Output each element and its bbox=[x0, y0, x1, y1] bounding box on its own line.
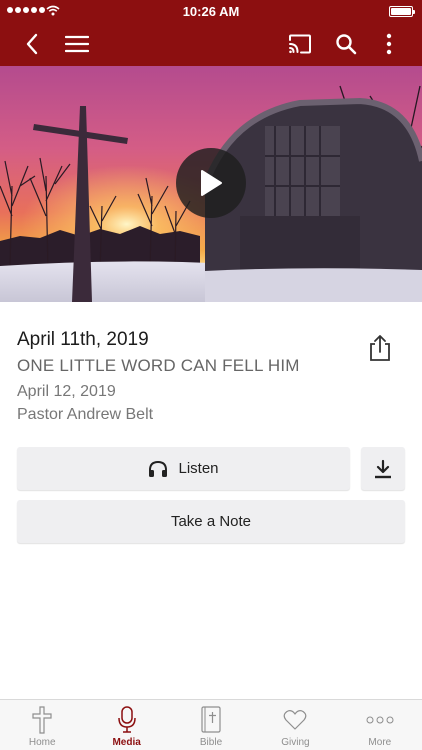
battery-icon bbox=[389, 6, 415, 17]
tab-media[interactable]: Media bbox=[84, 700, 168, 750]
sermon-title: April 11th, 2019 bbox=[17, 329, 149, 350]
search-button[interactable] bbox=[332, 22, 360, 66]
cast-icon bbox=[289, 34, 311, 54]
search-icon bbox=[336, 34, 357, 55]
listen-button[interactable]: Listen bbox=[17, 447, 350, 490]
tab-home-label: Home bbox=[28, 737, 56, 748]
tab-giving-label: Giving bbox=[281, 737, 310, 748]
sermon-subtitle: ONE LITTLE WORD CAN FELL HIM bbox=[17, 356, 300, 375]
share-icon bbox=[370, 335, 390, 361]
sermon-date: April 12, 2019 bbox=[17, 383, 116, 400]
sermon-video-thumbnail[interactable] bbox=[0, 66, 422, 302]
sermon-speaker: Pastor Andrew Belt bbox=[17, 406, 154, 423]
status-time: 10:26 AM bbox=[182, 4, 240, 19]
hamburger-icon bbox=[65, 35, 89, 53]
download-button[interactable] bbox=[361, 447, 405, 490]
share-button[interactable] bbox=[367, 334, 393, 362]
headphones-icon bbox=[149, 460, 168, 477]
more-icon bbox=[365, 706, 395, 734]
tab-home[interactable]: Home bbox=[0, 700, 84, 750]
heart-icon bbox=[280, 706, 310, 734]
more-vertical-icon bbox=[386, 33, 392, 55]
tab-bar: Home Media Bible Giving More bbox=[0, 699, 422, 750]
take-note-label: Take a Note bbox=[170, 513, 252, 530]
tab-more[interactable]: More bbox=[338, 700, 422, 750]
chevron-left-icon bbox=[26, 33, 38, 55]
tab-bible-label: Bible bbox=[199, 737, 223, 748]
tab-media-label: Media bbox=[112, 737, 141, 748]
tab-giving[interactable]: Giving bbox=[253, 700, 337, 750]
cast-button[interactable] bbox=[286, 22, 314, 66]
sermon-info: April 11th, 2019 ONE LITTLE WORD CAN FEL… bbox=[17, 328, 357, 425]
listen-label: Listen bbox=[178, 460, 219, 477]
cross-icon bbox=[27, 706, 57, 734]
bible-icon bbox=[196, 706, 226, 734]
status-bar: 10:26 AM bbox=[0, 0, 422, 22]
menu-button[interactable] bbox=[63, 22, 91, 66]
play-icon bbox=[201, 170, 222, 196]
overflow-menu-button[interactable] bbox=[378, 22, 400, 66]
tab-bible[interactable]: Bible bbox=[169, 700, 253, 750]
tab-more-label: More bbox=[368, 737, 392, 748]
navigation-bar bbox=[0, 22, 422, 66]
microphone-icon bbox=[112, 706, 142, 734]
take-note-button[interactable]: Take a Note bbox=[17, 500, 405, 543]
play-button[interactable] bbox=[176, 148, 246, 218]
download-icon bbox=[375, 459, 391, 478]
back-button[interactable] bbox=[18, 22, 46, 66]
